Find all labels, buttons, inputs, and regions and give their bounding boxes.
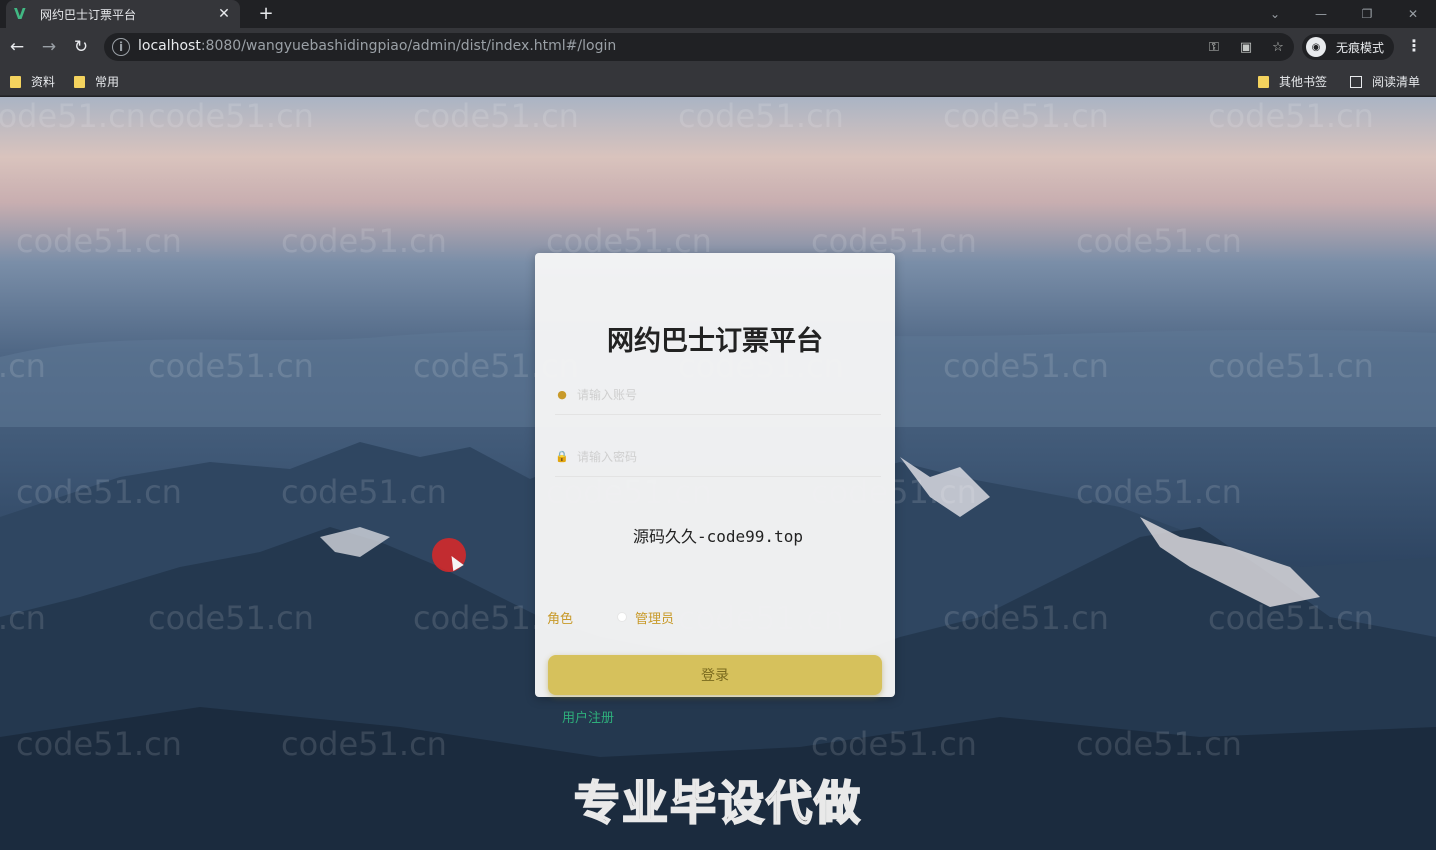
- new-tab-icon[interactable]: +: [256, 3, 276, 24]
- password-field: 🔒: [555, 437, 881, 477]
- star-bookmark-icon[interactable]: ☆: [1268, 37, 1288, 57]
- tab-strip: V 网约巴士订票平台 ✕ + ⌄ — ❐ ✕: [0, 0, 1436, 28]
- bookmarks-bar: 资料 常用 其他书签 阅读清单: [0, 66, 1436, 96]
- folder-icon: [10, 75, 21, 88]
- bottom-banner: 专业毕设代做: [573, 775, 862, 831]
- bookmark-folder-changyong[interactable]: 常用: [74, 73, 119, 90]
- username-field: ●: [555, 375, 881, 415]
- page-viewport: code51.cn code51.cn code51.cn code51.cn …: [0, 97, 1436, 850]
- password-input[interactable]: [577, 441, 881, 472]
- lock-icon: 🔒: [555, 450, 569, 463]
- folder-icon: [1258, 75, 1269, 88]
- forward-icon[interactable]: →: [38, 36, 60, 58]
- browser-tab[interactable]: V 网约巴士订票平台 ✕: [6, 0, 240, 28]
- close-tab-icon[interactable]: ✕: [216, 6, 232, 22]
- role-label: 角色: [547, 611, 574, 627]
- register-link[interactable]: 用户注册: [562, 707, 614, 726]
- reload-icon[interactable]: ↻: [70, 36, 92, 58]
- source-overlay-text: 源码久久-code99.top: [633, 527, 803, 546]
- site-info-icon[interactable]: i: [112, 38, 130, 56]
- incognito-badge[interactable]: ◉ 无痕模式: [1302, 34, 1394, 60]
- close-window-icon[interactable]: ✕: [1390, 0, 1436, 28]
- cursor-highlight: [432, 538, 466, 572]
- window-controls: ⌄ — ❐ ✕: [1252, 0, 1436, 28]
- vue-favicon-icon: V: [14, 5, 26, 23]
- role-radio-admin[interactable]: [617, 612, 628, 622]
- role-option-admin[interactable]: 管理员: [635, 608, 674, 627]
- translate-icon[interactable]: ▣: [1236, 37, 1256, 57]
- login-card: 网约巴士订票平台 ● 源码久久-code99.top 🔒 角色 管理员 登录 用…: [535, 253, 895, 726]
- reading-list[interactable]: 阅读清单: [1350, 73, 1420, 90]
- username-input[interactable]: [577, 379, 881, 410]
- login-title: 网约巴士订票平台: [607, 326, 823, 357]
- reading-list-icon: [1350, 75, 1362, 88]
- incognito-icon: ◉: [1306, 37, 1326, 57]
- url-text[interactable]: localhost:8080/wangyuebashidingpiao/admi…: [138, 38, 616, 54]
- tab-title: 网约巴士订票平台: [40, 7, 137, 22]
- login-button[interactable]: 登录: [548, 655, 882, 695]
- browser-menu-icon[interactable]: ⋮: [1404, 36, 1424, 58]
- bookmark-folder-other[interactable]: 其他书签: [1258, 73, 1327, 90]
- bookmark-folder-ziliao[interactable]: 资料: [10, 73, 55, 90]
- back-icon[interactable]: ←: [6, 36, 28, 58]
- tab-search-icon[interactable]: ⌄: [1252, 0, 1298, 28]
- user-icon: ●: [557, 388, 567, 401]
- minimize-icon[interactable]: —: [1298, 0, 1344, 28]
- key-icon[interactable]: ⚿: [1204, 37, 1224, 57]
- role-selector: 角色 管理员: [547, 607, 674, 627]
- folder-icon: [74, 75, 85, 88]
- restore-icon[interactable]: ❐: [1344, 0, 1390, 28]
